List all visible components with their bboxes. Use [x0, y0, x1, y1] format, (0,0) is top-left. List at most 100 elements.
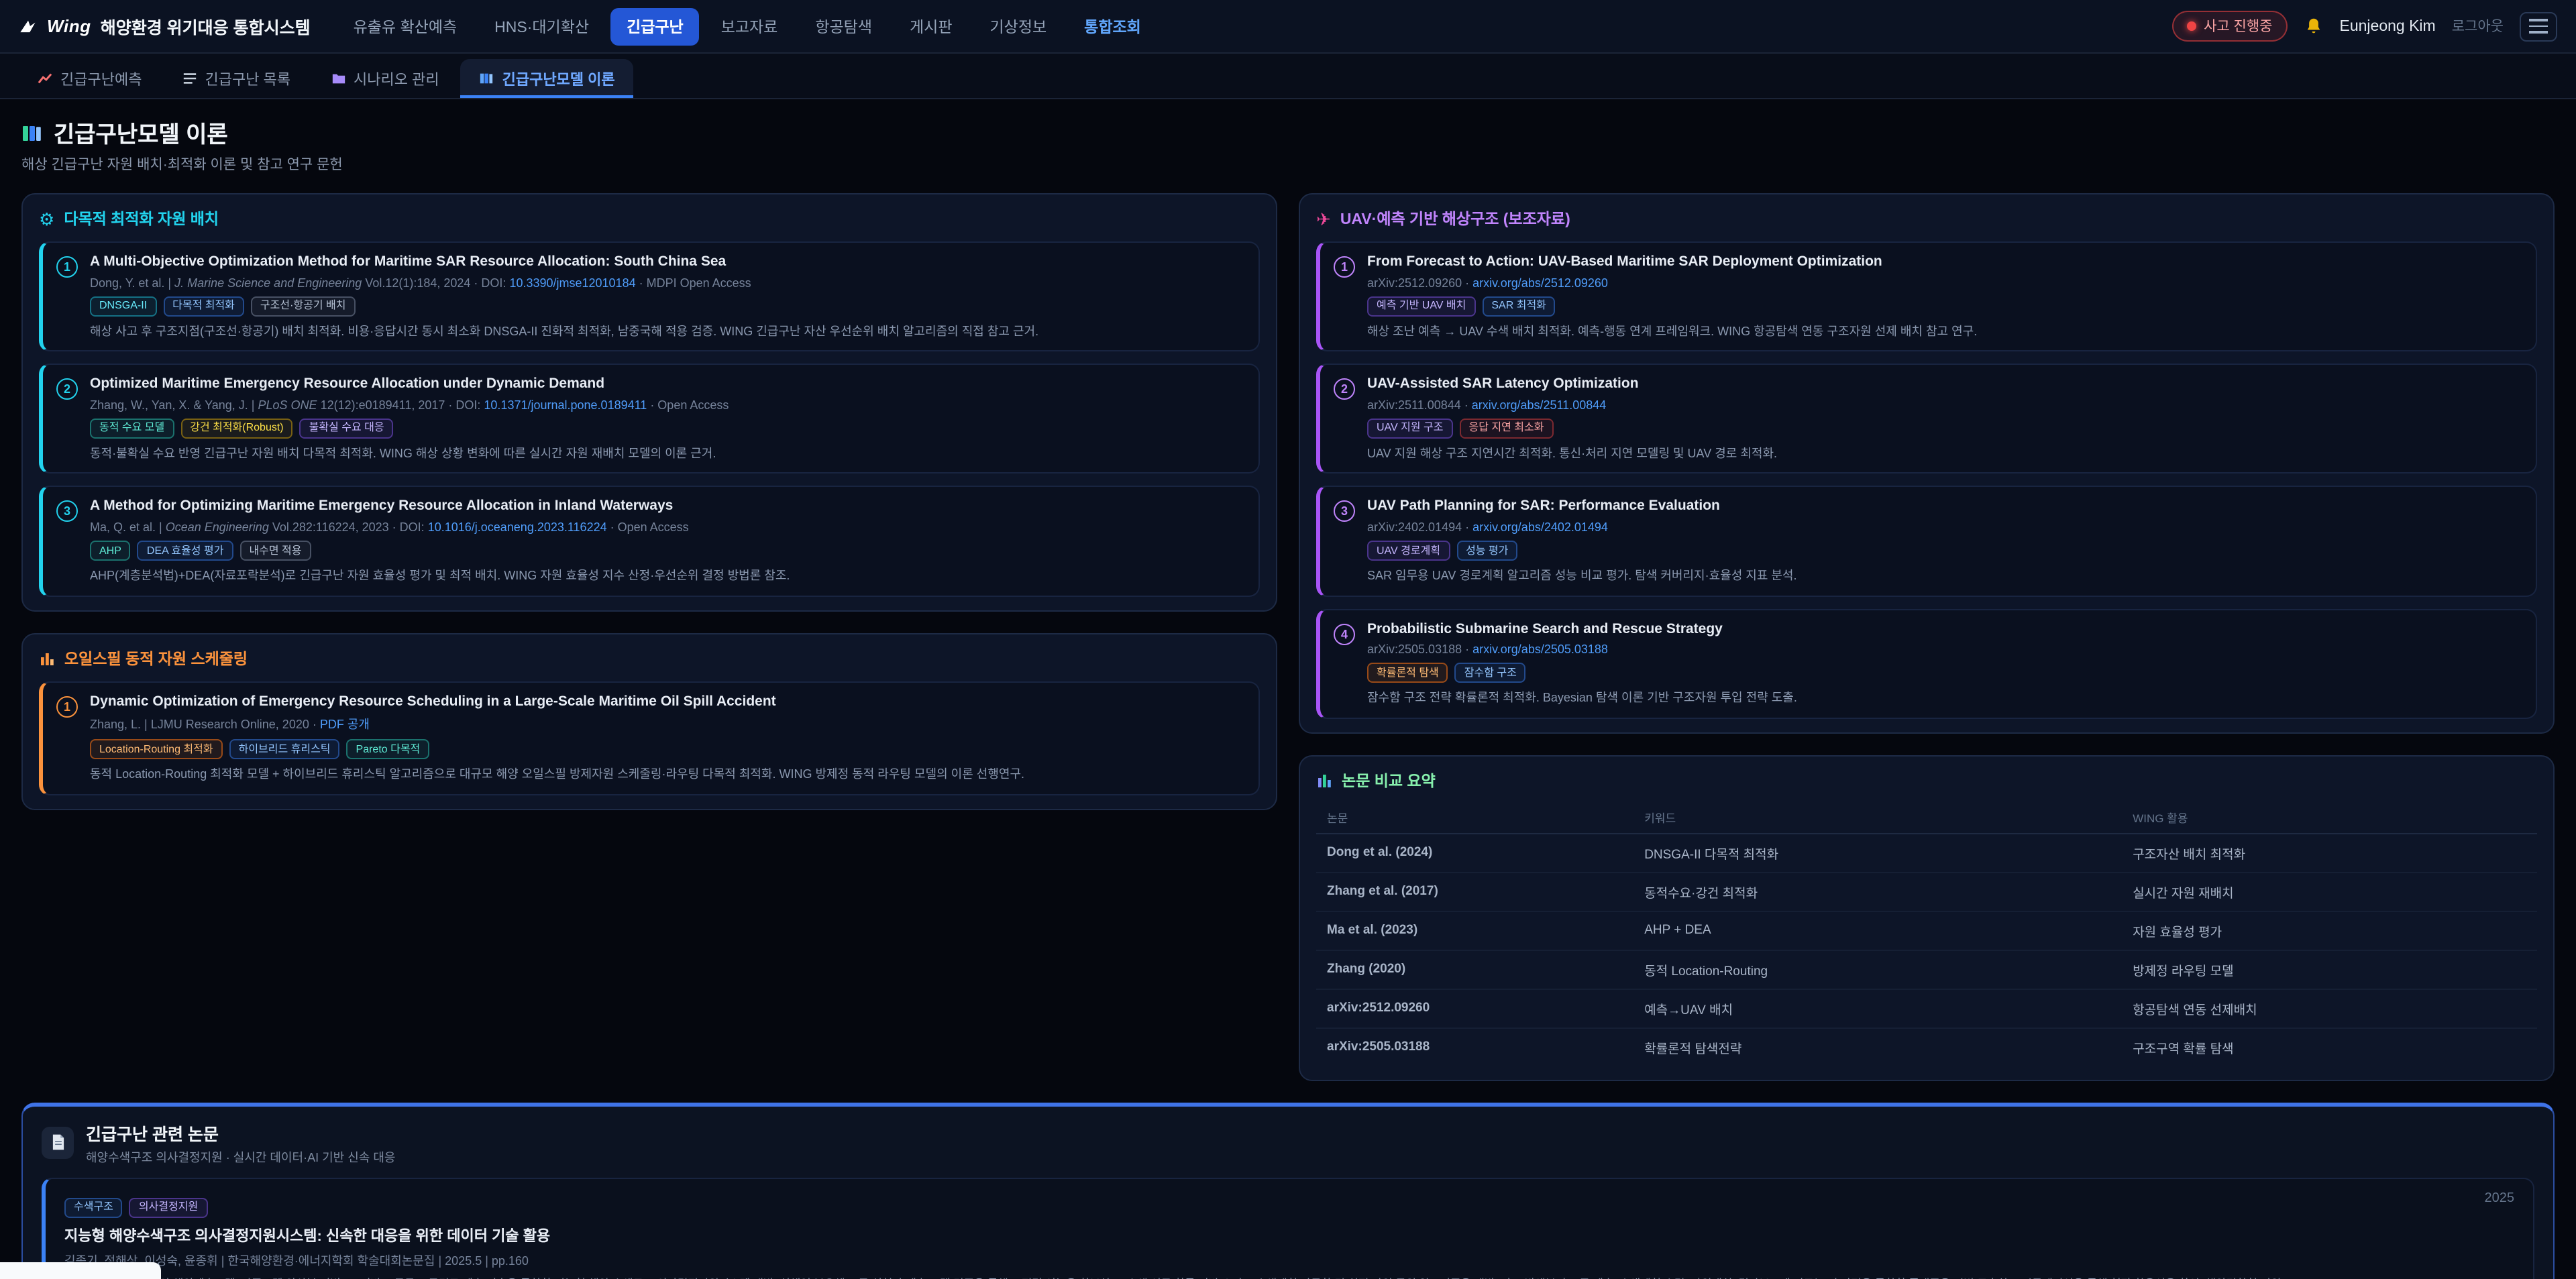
paper-link[interactable]: arXiv:2512.09260 [1316, 989, 1633, 1028]
brand[interactable]: Wing 해양환경 위기대응 통합시스템 [19, 13, 311, 39]
keyword-cell: DNSGA-II 다목적 최적화 [1633, 834, 2122, 873]
main-content: 긴급구난모델 이론 해상 긴급구난 자원 배치·최적화 이론 및 참고 연구 문… [0, 99, 2576, 1279]
tab-label: 시나리오 관리 [354, 68, 439, 89]
tag: 수색구조 [64, 1198, 123, 1218]
doi-link[interactable]: 10.1371/journal.pone.0189411 [484, 398, 647, 412]
keyword-cell: 동적수요·강건 최적화 [1633, 873, 2122, 911]
wing-usage-cell: 실시간 자원 재배치 [2122, 873, 2537, 911]
tag-row: UAV 지원 구조 응답 지연 최소화 [1367, 419, 1777, 439]
table-row: Zhang (2020) 동적 Location-Routing 방제정 라우팅… [1316, 950, 2537, 989]
paper-meta: Ma, Q. et al. | Ocean Engineering Vol.28… [90, 520, 790, 534]
paper-title: 지능형 해양수색구조 의사결정지원시스템: 신속한 대응을 위한 데이터 기술 … [64, 1225, 2514, 1246]
logout-button[interactable]: 로그아웃 [2452, 16, 2504, 36]
tag-row: Location-Routing 최적화 하이브리드 휴리스틱 Pareto 다… [90, 740, 1024, 760]
paper-number-badge: 2 [1334, 378, 1355, 400]
list-icon [182, 71, 197, 86]
incident-status-label: 사고 진행중 [2204, 16, 2272, 36]
doi-link[interactable]: 10.1016/j.oceaneng.2023.116224 [428, 520, 607, 534]
doi-link[interactable]: 10.3390/jmse12010184 [509, 276, 635, 289]
related-paper-card: 2025 수색구조 의사결정지원 지능형 해양수색구조 의사결정지원시스템: 신… [42, 1178, 2534, 1279]
tag-row: UAV 경로계획 성능 평가 [1367, 541, 1797, 561]
paper-title: UAV-Assisted SAR Latency Optimization [1367, 376, 1777, 394]
paper-link[interactable]: Zhang (2020) [1316, 950, 1633, 989]
arxiv-link[interactable]: arxiv.org/abs/2512.09260 [1472, 276, 1608, 289]
arxiv-link[interactable]: arxiv.org/abs/2402.01494 [1472, 520, 1608, 534]
paper-card: 2 Optimized Maritime Emergency Resource … [39, 364, 1260, 474]
panel-multi-objective: ⚙ 다목적 최적화 자원 배치 1 A Multi-Objective Opti… [21, 193, 1277, 611]
tab-rescue-model-theory[interactable]: 긴급구난모델 이론 [461, 59, 634, 98]
panel-title: UAV·예측 기반 해상구조 (보조자료) [1340, 208, 1570, 229]
paper-body: Probabilistic Submarine Search and Rescu… [1367, 620, 1797, 706]
paper-description: AHP(계층분석법)+DEA(자료포락분석)로 긴급구난 자원 효율성 평가 및… [90, 567, 790, 584]
nav-item-weather[interactable]: 기상정보 [974, 7, 1063, 45]
paper-authors: 김종기, 정해상, 이성숙, 윤종휘 | 한국해양환경·에너지학회 학술대회논문… [64, 1252, 2514, 1269]
menu-button[interactable] [2520, 11, 2557, 41]
tag: 구조선·항공기 배치 [251, 296, 356, 316]
tag: 의사결정지원 [129, 1198, 207, 1218]
paper-number-badge: 4 [1334, 623, 1355, 645]
paper-meta: Zhang, L. | LJMU Research Online, 2020 ·… [90, 716, 1024, 733]
tab-rescue-list[interactable]: 긴급구난 목록 [163, 59, 309, 98]
tag: 불확실 수요 대응 [300, 419, 394, 439]
nav-item-oil-spread[interactable]: 유출유 확산예측 [337, 7, 474, 45]
paper-meta: arXiv:2511.00844 · arxiv.org/abs/2511.00… [1367, 398, 1777, 412]
column-header: 논문 [1316, 803, 1633, 834]
keyword-cell: 예측→UAV 배치 [1633, 989, 2122, 1028]
pdf-link[interactable]: PDF 공개 [320, 718, 370, 732]
paper-link[interactable]: arXiv:2505.03188 [1316, 1028, 1633, 1066]
related-header-text: 긴급구난 관련 논문 해양수색구조 의사결정지원 · 실시간 데이터·AI 기반… [86, 1120, 395, 1166]
wing-logo-icon [19, 17, 38, 36]
panel-uav-header: ✈ UAV·예측 기반 해상구조 (보조자료) [1316, 208, 2537, 229]
panel-related-papers: 긴급구난 관련 논문 해양수색구조 의사결정지원 · 실시간 데이터·AI 기반… [21, 1103, 2555, 1279]
keyword-cell: AHP + DEA [1633, 911, 2122, 950]
table-header-row: 논문 키워드 WING 활용 [1316, 803, 2537, 834]
table-row: Ma et al. (2023) AHP + DEA 자원 효율성 평가 [1316, 911, 2537, 950]
related-header: 긴급구난 관련 논문 해양수색구조 의사결정지원 · 실시간 데이터·AI 기반… [42, 1120, 2534, 1166]
paper-title: From Forecast to Action: UAV-Based Marit… [1367, 254, 1977, 272]
panel-oil-spill-header: 오일스필 동적 자원 스케줄링 [39, 647, 1260, 669]
panel-title: 오일스필 동적 자원 스케줄링 [64, 647, 248, 669]
notification-bell-icon[interactable] [2304, 16, 2324, 36]
tag: 응답 지연 최소화 [1460, 419, 1554, 439]
paper-description: 초고해상도 3차원 연안 해양예측모델, 다중모델 앙상블 기법, AI 기반 … [64, 1276, 2514, 1279]
paper-link[interactable]: Ma et al. (2023) [1316, 911, 1633, 950]
paper-title: Probabilistic Submarine Search and Rescu… [1367, 620, 1797, 638]
books-icon [480, 71, 494, 86]
nav-item-integrated-search[interactable]: 통합조회 [1068, 7, 1157, 45]
comparison-table: 논문 키워드 WING 활용 Dong et al. (2024) DNSGA-… [1316, 803, 2537, 1066]
tag: 동적 수요 모델 [90, 419, 174, 439]
tag: SAR 최적화 [1482, 296, 1556, 316]
nav-item-reports[interactable]: 보고자료 [705, 7, 794, 45]
tag-row: 확률론적 탐색 잠수함 구조 [1367, 663, 1797, 683]
gear-icon: ⚙ [39, 210, 54, 227]
bar-chart-icon [39, 650, 55, 666]
tag-row: 수색구조 의사결정지원 [64, 1198, 2514, 1218]
app-root: Wing 해양환경 위기대응 통합시스템 유출유 확산예측 HNS·대기확산 긴… [0, 0, 2576, 1279]
tag: UAV 경로계획 [1367, 541, 1450, 561]
paper-body: Dynamic Optimization of Emergency Resour… [90, 693, 1024, 783]
app-title: 해양환경 위기대응 통합시스템 [101, 13, 311, 39]
tab-rescue-prediction[interactable]: 긴급구난예측 [19, 59, 160, 98]
incident-status-badge: 사고 진행중 [2171, 11, 2287, 42]
nav-item-emergency-rescue[interactable]: 긴급구난 [610, 7, 700, 45]
nav-item-board[interactable]: 게시판 [894, 7, 969, 45]
paper-link[interactable]: Zhang et al. (2017) [1316, 873, 1633, 911]
folder-icon [331, 71, 345, 86]
panel-comparison-summary: 논문 비교 요약 논문 키워드 WING 활용 Dong e [1299, 755, 2555, 1081]
page-head: 긴급구난모델 이론 해상 긴급구난 자원 배치·최적화 이론 및 참고 연구 문… [21, 115, 2555, 174]
paper-link[interactable]: Dong et al. (2024) [1316, 834, 1633, 873]
paper-title: Optimized Maritime Emergency Resource Al… [90, 376, 729, 394]
arxiv-link[interactable]: arxiv.org/abs/2511.00844 [1472, 398, 1607, 412]
related-title: 긴급구난 관련 논문 [86, 1120, 395, 1146]
red-dot-icon [2186, 21, 2196, 31]
paper-detail: 12(12):e0189411, 2017 · DOI: [317, 398, 484, 412]
paper-meta-suffix: · MDPI Open Access [636, 276, 751, 289]
panel-title: 다목적 최적화 자원 배치 [64, 208, 219, 229]
tab-scenario-management[interactable]: 시나리오 관리 [312, 59, 458, 98]
arxiv-link[interactable]: arxiv.org/abs/2505.03188 [1472, 643, 1608, 657]
nav-item-aerial-search[interactable]: 항공탐색 [799, 7, 888, 45]
paper-authors: Dong, Y. et al. | [90, 276, 174, 289]
paper-authors: Zhang, W., Yan, X. & Yang, J. | [90, 398, 258, 412]
paper-meta: Dong, Y. et al. | J. Marine Science and … [90, 276, 1038, 289]
nav-item-hns[interactable]: HNS·대기확산 [478, 7, 605, 45]
